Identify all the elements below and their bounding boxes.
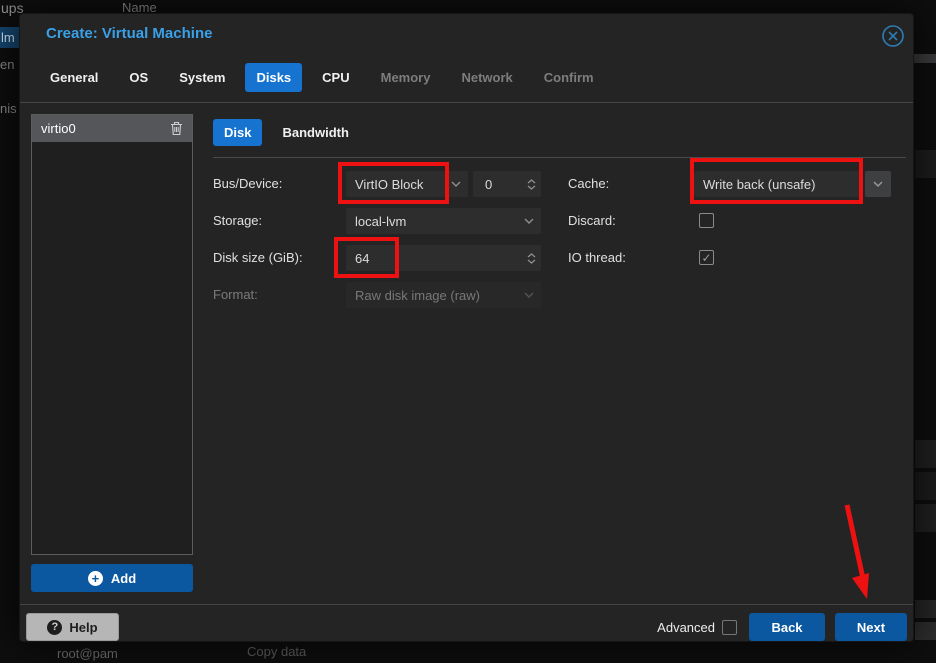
subtab-bandwidth[interactable]: Bandwidth <box>271 119 359 146</box>
tab-os[interactable]: OS <box>118 63 159 92</box>
tab-system[interactable]: System <box>168 63 236 92</box>
bg-strip-row <box>915 440 936 468</box>
format-combo-disabled: Raw disk image (raw) <box>346 282 541 308</box>
wizard-tabbar: General OS System Disks CPU Memory Netwo… <box>39 63 605 92</box>
disk-list-panel: virtio0 <box>31 114 193 555</box>
bg-strip-row <box>915 472 936 500</box>
sidebar-selected-row-fragment: lm <box>0 27 19 48</box>
create-vm-dialog: Create: Virtual Machine General OS Syste… <box>19 13 914 642</box>
tab-cpu[interactable]: CPU <box>311 63 360 92</box>
bus-device-label: Bus/Device: <box>213 176 282 191</box>
help-button-label: Help <box>69 620 97 635</box>
status-user: root@pam <box>57 646 118 661</box>
chevron-down-icon <box>524 292 541 298</box>
trash-icon[interactable] <box>170 121 183 136</box>
storage-label: Storage: <box>213 213 262 228</box>
disk-size-label: Disk size (GiB): <box>213 250 303 265</box>
spinner-arrows-icon[interactable] <box>527 253 541 264</box>
help-button[interactable]: ? Help <box>26 613 119 641</box>
back-button[interactable]: Back <box>749 613 825 641</box>
add-button-label: Add <box>111 571 136 586</box>
bus-device-index-spinner[interactable]: 0 <box>473 171 541 197</box>
add-disk-button[interactable]: + Add <box>31 564 193 592</box>
disk-subtabbar: Disk Bandwidth <box>213 119 360 146</box>
footer-actions: Advanced ✓ Back Next <box>657 613 907 641</box>
tab-disks[interactable]: Disks <box>245 63 302 92</box>
disk-item-label: virtio0 <box>41 121 170 136</box>
checkmark-icon: ✓ <box>701 252 711 264</box>
tab-general[interactable]: General <box>39 63 109 92</box>
cache-combo-trigger[interactable] <box>865 171 891 197</box>
status-task: Copy data <box>247 644 306 659</box>
disk-size-spinner[interactable]: 64 <box>346 245 541 271</box>
chevron-down-icon[interactable] <box>524 218 541 224</box>
io-thread-label: IO thread: <box>568 250 626 265</box>
question-icon: ? <box>47 620 62 635</box>
cache-label: Cache: <box>568 176 609 191</box>
bg-strip-row <box>915 622 936 640</box>
sidebar-fragment-2: en <box>0 57 14 72</box>
next-button[interactable]: Next <box>835 613 907 641</box>
tab-confirm: Confirm <box>533 63 605 92</box>
tab-network: Network <box>450 63 523 92</box>
spinner-arrows-icon[interactable] <box>527 179 541 190</box>
advanced-checkbox[interactable]: ✓ <box>722 620 737 635</box>
subtab-separator <box>213 157 906 158</box>
cache-combo[interactable]: Write back (unsafe) <box>694 171 861 197</box>
discard-checkbox[interactable]: ✓ <box>699 213 714 228</box>
dialog-title: Create: Virtual Machine <box>46 25 212 42</box>
tab-memory: Memory <box>370 63 442 92</box>
bg-strip-row <box>915 600 936 618</box>
subtab-disk[interactable]: Disk <box>213 119 262 146</box>
io-thread-checkbox[interactable]: ✓ <box>699 250 714 265</box>
storage-combo[interactable]: local-lvm <box>346 208 541 234</box>
close-icon[interactable] <box>881 24 905 48</box>
chevron-down-icon[interactable] <box>451 181 468 187</box>
bg-strip-row <box>914 54 936 63</box>
bg-strip-row <box>915 150 936 178</box>
bus-device-combo[interactable]: VirtIO Block <box>346 171 468 197</box>
sidebar-fragment-3: nis <box>0 101 17 116</box>
bg-strip-row <box>915 504 936 532</box>
disk-list-item-virtio0[interactable]: virtio0 <box>32 115 192 142</box>
discard-label: Discard: <box>568 213 616 228</box>
advanced-label: Advanced <box>657 620 715 635</box>
format-label: Format: <box>213 287 258 302</box>
footer-separator <box>20 604 913 605</box>
plus-circle-icon: + <box>88 571 103 586</box>
tabbar-separator <box>20 102 913 103</box>
